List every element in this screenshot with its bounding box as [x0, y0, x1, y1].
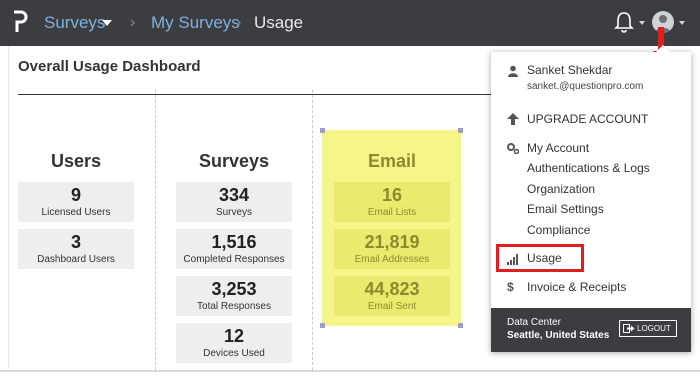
breadcrumb-separator: › [130, 14, 136, 31]
avatar-caret-icon[interactable] [679, 21, 685, 25]
stat-label: Email Sent [367, 301, 417, 312]
stat-email-lists: 16 Email Lists [334, 182, 450, 222]
invoice-receipts-link[interactable]: Invoice & Receipts [527, 279, 626, 295]
stat-value: 21,819 [364, 232, 420, 252]
my-account-link[interactable]: My Account [527, 140, 589, 156]
gears-icon [507, 143, 519, 154]
data-center-value: Seattle, United States [507, 330, 610, 341]
stat-devices-used: 12 Devices Used [176, 323, 292, 363]
selection-handle [320, 128, 325, 133]
compliance-link[interactable]: Compliance [527, 222, 590, 238]
users-title: Users [50, 151, 102, 171]
account-dropdown: Sanket Shekdar sanket.@questionpro.com U… [491, 45, 691, 352]
logout-button[interactable]: LOGOUT [619, 320, 677, 337]
dollar-icon: $ [507, 280, 514, 294]
top-bar: Surveys › My Surveys › Usage [0, 0, 700, 46]
bottom-divider [0, 370, 700, 372]
stat-email-addresses: 21,819 Email Addresses [334, 229, 450, 269]
panel-border [8, 46, 9, 368]
surveys-menu-caret-icon[interactable] [102, 20, 112, 26]
email-settings-link[interactable]: Email Settings [527, 201, 604, 217]
stat-value: 3,253 [211, 279, 257, 299]
stat-label: Surveys [215, 207, 253, 218]
breadcrumb-my-surveys[interactable]: My Surveys [151, 13, 240, 33]
user-name: Sanket Shekdar [527, 63, 613, 77]
data-center-info: Data Center Seattle, United States [507, 316, 609, 342]
selection-handle [320, 323, 325, 328]
selection-handle [458, 323, 463, 328]
surveys-menu[interactable]: Surveys [44, 13, 105, 33]
stat-surveys: 334 Surveys [176, 182, 292, 222]
upgrade-account-link[interactable]: UPGRADE ACCOUNT [527, 111, 648, 127]
surveys-title: Surveys [198, 151, 270, 171]
stat-completed-responses: 1,516 Completed Responses [176, 229, 292, 269]
stat-label: Devices Used [203, 348, 265, 359]
title-divider [18, 94, 498, 95]
email-title: Email [367, 151, 417, 171]
logout-label: LOGOUT [637, 324, 671, 333]
logout-icon [623, 324, 635, 333]
stat-label: Licensed Users [41, 207, 111, 218]
breadcrumb-usage: Usage [254, 13, 304, 32]
stat-value: 334 [218, 185, 250, 205]
bell-icon[interactable] [614, 11, 634, 33]
usage-link[interactable]: Usage [527, 250, 562, 266]
stat-value: 3 [70, 232, 81, 252]
stat-total-responses: 3,253 Total Responses [176, 276, 292, 316]
user-email: sanket.@questionpro.com [527, 81, 644, 92]
user-icon [508, 65, 518, 77]
column-divider [155, 90, 156, 370]
breadcrumb-separator: › [236, 14, 242, 31]
stat-value: 44,823 [364, 279, 420, 299]
arrow-up-icon [507, 113, 519, 125]
organization-link[interactable]: Organization [527, 181, 595, 197]
selection-handle [458, 128, 463, 133]
stat-label: Dashboard Users [37, 254, 115, 265]
stat-email-sent: 44,823 Email Sent [334, 276, 450, 316]
stat-value: 1,516 [211, 232, 257, 252]
authentications-logs-link[interactable]: Authentications & Logs [527, 160, 650, 176]
data-center-label: Data Center [507, 317, 561, 328]
stat-value: 16 [381, 185, 403, 205]
stat-label: Completed Responses [183, 254, 285, 265]
page-title: Overall Usage Dashboard [18, 58, 201, 75]
column-divider [312, 90, 313, 370]
stat-dashboard-users: 3 Dashboard Users [18, 229, 134, 269]
notifications-caret-icon[interactable] [639, 21, 645, 25]
stat-label: Email Addresses [354, 254, 430, 265]
stat-label: Total Responses [197, 301, 271, 312]
stat-licensed-users: 9 Licensed Users [18, 182, 134, 222]
dropdown-footer: Data Center Seattle, United States LOGOU… [491, 308, 691, 352]
bar-chart-icon [507, 254, 518, 265]
dropdown-pointer [656, 45, 670, 52]
p-logo-icon[interactable] [12, 10, 28, 34]
stat-value: 9 [70, 185, 81, 205]
stat-value: 12 [223, 326, 245, 346]
stat-label: Email Lists [367, 207, 417, 218]
